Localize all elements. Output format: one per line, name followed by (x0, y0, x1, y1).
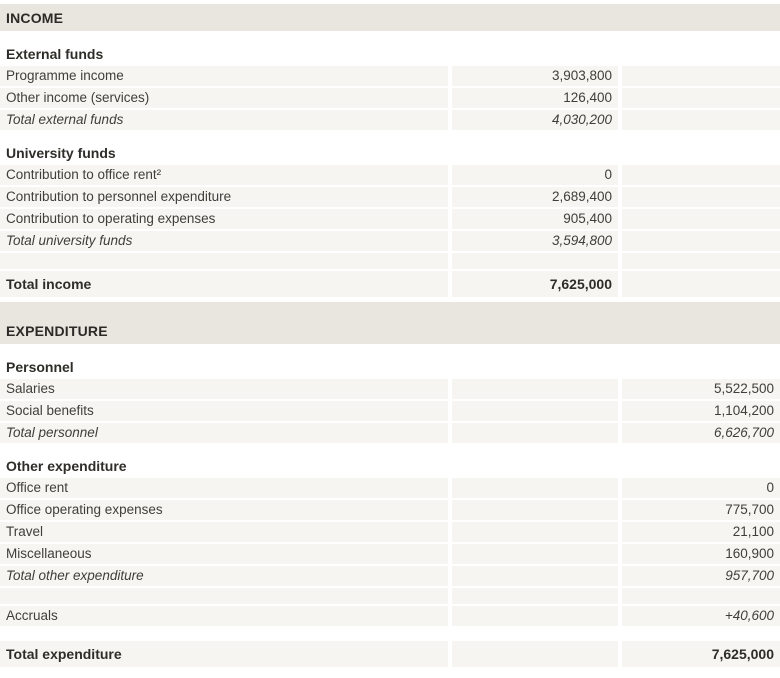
empty-cell (622, 253, 780, 269)
group-header-university-funds: University funds (6, 145, 116, 161)
row-value: 2,689,400 (452, 187, 618, 207)
row-label: Other income (services) (0, 88, 448, 108)
accruals-row: Accruals +40,600 (0, 606, 780, 626)
row-label: Total expenditure (0, 641, 448, 667)
empty-cell (622, 209, 780, 229)
table-row: Other income (services) 126,400 (0, 88, 780, 108)
table-row: Travel 21,100 (0, 522, 780, 542)
row-label: Total university funds (0, 231, 448, 251)
row-label: Contribution to office rent² (0, 165, 448, 185)
row-value: 1,104,200 (622, 401, 780, 421)
empty-cell (452, 253, 618, 269)
row-label: Total income (0, 271, 448, 297)
row-value: 5,522,500 (622, 379, 780, 399)
row-value: 905,400 (452, 209, 618, 229)
total-expenditure-row: Total expenditure 7,625,000 (0, 641, 780, 667)
empty-cell (452, 588, 618, 604)
row-value: 4,030,200 (452, 110, 618, 130)
table-row: Contribution to personnel expenditure 2,… (0, 187, 780, 207)
row-label: Office rent (0, 478, 448, 498)
row-value: 160,900 (622, 544, 780, 564)
row-label: Accruals (0, 606, 448, 626)
table-row: Programme income 3,903,800 (0, 66, 780, 86)
empty-cell (452, 500, 618, 520)
empty-cell (622, 271, 780, 297)
row-label: Total other expenditure (0, 566, 448, 586)
table-row: Social benefits 1,104,200 (0, 401, 780, 421)
row-label: Social benefits (0, 401, 448, 421)
expenditure-section-title: EXPENDITURE (6, 323, 108, 339)
subtotal-row: Total personnel 6,626,700 (0, 423, 780, 443)
empty-cell (452, 566, 618, 586)
empty-cell (622, 110, 780, 130)
row-value: 21,100 (622, 522, 780, 542)
table-row: Office rent 0 (0, 478, 780, 498)
table-row: Office operating expenses 775,700 (0, 500, 780, 520)
row-value: 775,700 (622, 500, 780, 520)
group-header-external-funds: External funds (6, 46, 104, 62)
blank-row (0, 253, 780, 269)
financial-statement-table: INCOME External funds Programme income 3… (0, 0, 780, 678)
empty-cell (622, 66, 780, 86)
row-value: 3,903,800 (452, 66, 618, 86)
row-value: 7,625,000 (622, 641, 780, 667)
empty-cell (622, 588, 780, 604)
empty-cell (452, 641, 618, 667)
row-value: 3,594,800 (452, 231, 618, 251)
empty-cell (622, 165, 780, 185)
row-label: Total personnel (0, 423, 448, 443)
row-value: 0 (452, 165, 618, 185)
empty-cell (452, 401, 618, 421)
table-row: Salaries 5,522,500 (0, 379, 780, 399)
subtotal-row: Total university funds 3,594,800 (0, 231, 780, 251)
row-label: Travel (0, 522, 448, 542)
group-header-personnel: Personnel (6, 359, 74, 375)
row-value: 6,626,700 (622, 423, 780, 443)
empty-cell (452, 606, 618, 626)
row-label: Office operating expenses (0, 500, 448, 520)
row-label: Total external funds (0, 110, 448, 130)
row-value: +40,600 (622, 606, 780, 626)
empty-cell (452, 379, 618, 399)
empty-cell (622, 88, 780, 108)
table-row: Contribution to office rent² 0 (0, 165, 780, 185)
income-section-title: INCOME (6, 9, 64, 26)
row-value: 0 (622, 478, 780, 498)
empty-cell (622, 231, 780, 251)
table-row: Miscellaneous 160,900 (0, 544, 780, 564)
empty-cell (452, 423, 618, 443)
empty-cell (0, 253, 448, 269)
row-value: 126,400 (452, 88, 618, 108)
empty-cell (0, 588, 448, 604)
total-income-row: Total income 7,625,000 (0, 271, 780, 297)
blank-row (0, 588, 780, 604)
row-label: Salaries (0, 379, 448, 399)
group-header-other-expenditure: Other expenditure (6, 458, 127, 474)
empty-cell (452, 544, 618, 564)
row-label: Miscellaneous (0, 544, 448, 564)
row-label: Contribution to operating expenses (0, 209, 448, 229)
empty-cell (622, 187, 780, 207)
row-label: Programme income (0, 66, 448, 86)
subtotal-row: Total other expenditure 957,700 (0, 566, 780, 586)
table-row: Contribution to operating expenses 905,4… (0, 209, 780, 229)
row-value: 7,625,000 (452, 271, 618, 297)
empty-cell (452, 522, 618, 542)
expenditure-section-band: EXPENDITURE (0, 302, 780, 344)
subtotal-row: Total external funds 4,030,200 (0, 110, 780, 130)
row-value: 957,700 (622, 566, 780, 586)
row-label: Contribution to personnel expenditure (0, 187, 448, 207)
income-section-band: INCOME (0, 4, 780, 31)
empty-cell (452, 478, 618, 498)
